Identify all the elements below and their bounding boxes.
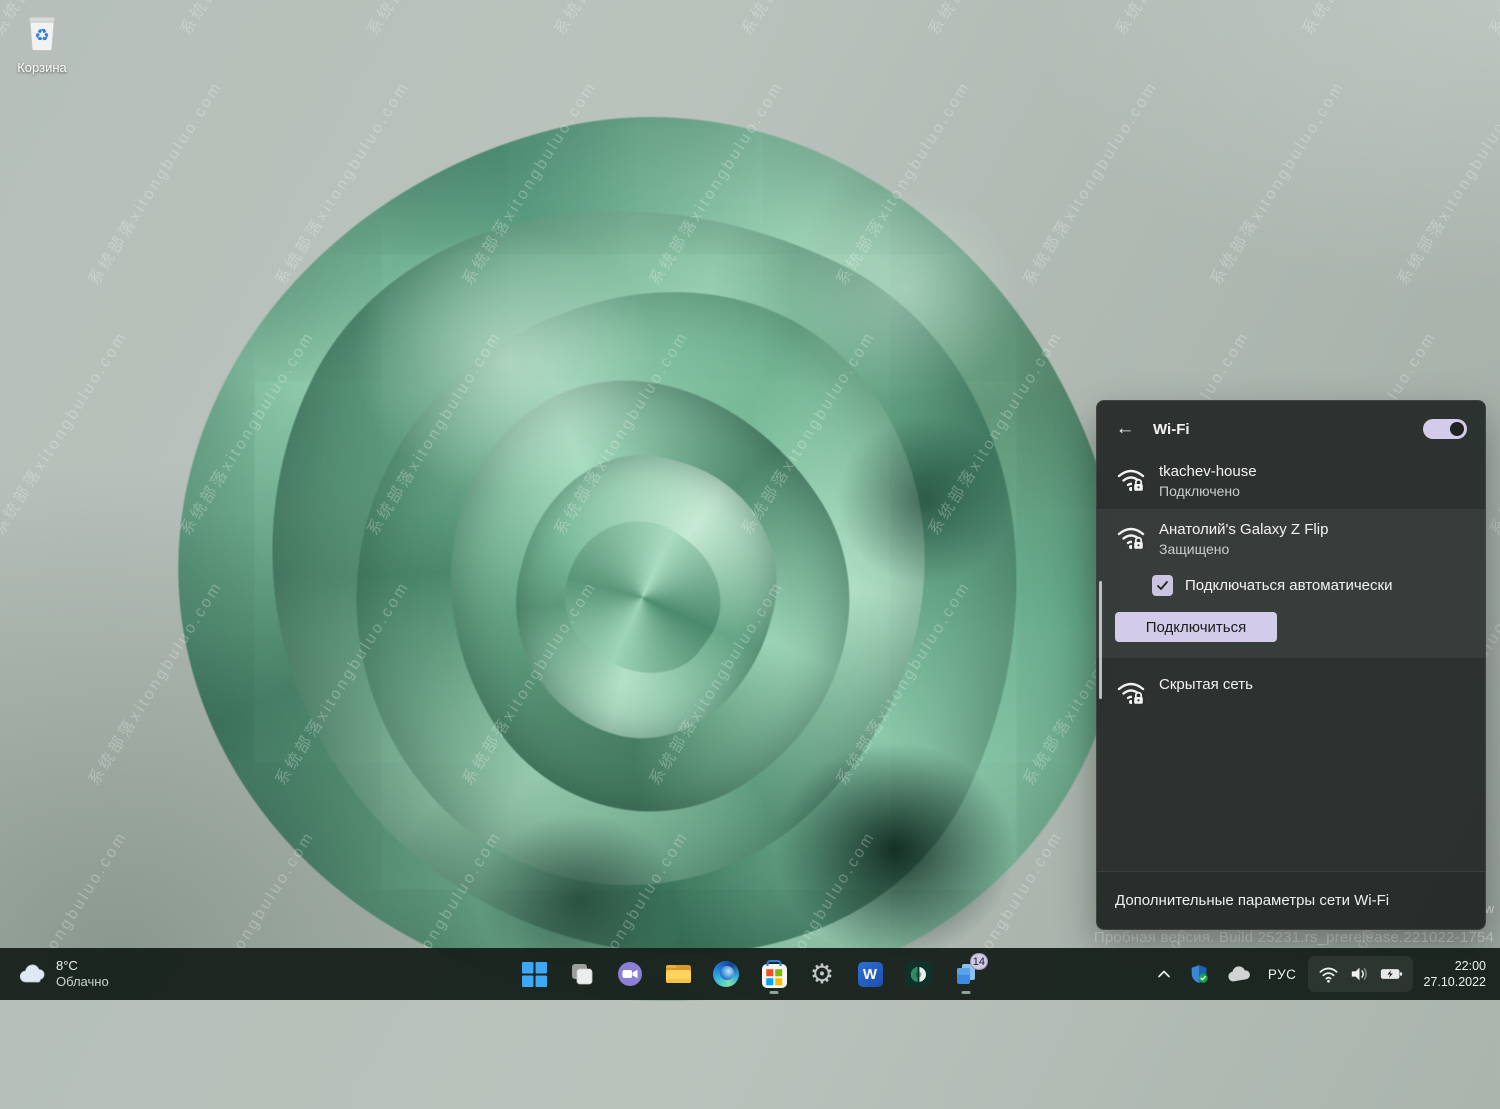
- running-indicator: [770, 991, 779, 994]
- running-indicator: [962, 991, 971, 994]
- battery-tray-icon: [1380, 966, 1403, 982]
- checkmark-icon: [1156, 580, 1169, 592]
- wifi-flyout: ← Wi-Fi tkachev-house Подключено: [1096, 400, 1486, 930]
- wifi-tray-icon: [1318, 965, 1339, 983]
- weather-widget[interactable]: 8°C Облачно: [10, 948, 117, 1000]
- settings-app[interactable]: ⚙: [802, 952, 842, 996]
- security-shield-icon: [1188, 963, 1210, 985]
- system-tray: РУС 22:00 27.10.2022: [1150, 948, 1494, 1000]
- cloud-weather-icon: [18, 963, 48, 985]
- notification-badge: 14: [970, 953, 988, 970]
- network-list: tkachev-house Подключено Анатолий's Gala…: [1097, 453, 1485, 871]
- word-icon: W: [858, 962, 883, 987]
- wifi-lock-icon: [1115, 521, 1147, 553]
- site-watermark-text: 系统部落xitongbuluo.com: [0, 325, 132, 539]
- recycle-bin-label: Корзина: [10, 60, 74, 75]
- network-item-hidden[interactable]: Скрытая сеть: [1097, 666, 1485, 718]
- edge-browser-app[interactable]: [706, 952, 746, 996]
- folder-icon: [665, 962, 692, 986]
- site-watermark-text: 系统部落xitongbuluo.com: [1203, 75, 1349, 289]
- network-status: Подключено: [1159, 483, 1257, 499]
- site-watermark-text: 系统部落xitongbuluo.com: [1295, 0, 1441, 39]
- wifi-lock-icon: [1115, 676, 1147, 708]
- date: 27.10.2022: [1423, 974, 1486, 990]
- list-scrollbar[interactable]: [1099, 581, 1102, 699]
- store-icon: [762, 964, 787, 988]
- site-watermark-text: 系统部落xitongbuluo.com: [360, 0, 506, 39]
- task-view-icon: [569, 961, 595, 987]
- network-item-connected[interactable]: tkachev-house Подключено: [1097, 453, 1485, 509]
- build-watermark: Пробная версия. Build 25231.rs_prereleas…: [1094, 929, 1494, 946]
- microsoft-store-app[interactable]: [754, 952, 794, 996]
- weather-temp: 8°C: [56, 958, 109, 974]
- app-with-badge[interactable]: 14: [946, 952, 986, 996]
- file-explorer-app[interactable]: [658, 952, 698, 996]
- recycle-bin-icon: ♻: [19, 8, 65, 54]
- chevron-up-icon: [1156, 968, 1172, 980]
- onedrive-cloud-icon: [1226, 966, 1250, 983]
- word-app[interactable]: W: [850, 952, 890, 996]
- wallpaper-bloom: [140, 80, 1150, 1060]
- windows-security-tray[interactable]: [1182, 954, 1216, 994]
- site-watermark-text: 系统部落xitongbuluo.com: [173, 0, 319, 39]
- wifi-panel-title: Wi-Fi: [1153, 421, 1407, 438]
- half-circle-icon: [905, 961, 931, 987]
- watermark-fragment: w: [1485, 901, 1494, 916]
- recycle-bin[interactable]: ♻ Корзина: [10, 8, 74, 75]
- site-watermark-text: 系统部落xitongbuluo.com: [1108, 0, 1254, 39]
- wifi-lock-icon: [1115, 463, 1147, 495]
- site-watermark-text: 系统部落xitongbuluo.com: [1390, 75, 1500, 289]
- back-arrow-icon[interactable]: ←: [1113, 417, 1137, 441]
- edge-icon: [713, 961, 739, 987]
- site-watermark-text: 系统部落xitongbuluo.com: [921, 0, 1067, 39]
- connect-button[interactable]: Подключиться: [1115, 612, 1277, 642]
- auto-connect-checkbox[interactable]: [1152, 575, 1173, 596]
- gear-icon: ⚙: [810, 961, 834, 988]
- network-name: Анатолий's Galaxy Z Flip: [1159, 521, 1328, 538]
- chat-camera-icon: [617, 961, 643, 987]
- network-item-selected[interactable]: Анатолий's Galaxy Z Flip Защищено Подклю…: [1097, 509, 1485, 658]
- language-indicator[interactable]: РУС: [1260, 954, 1305, 994]
- site-watermark-text: 系统部落xitongbuluo.com: [734, 0, 880, 39]
- more-wifi-settings-link[interactable]: Дополнительные параметры сети Wi-Fi: [1097, 871, 1485, 929]
- task-view-button[interactable]: [562, 952, 602, 996]
- wifi-toggle[interactable]: [1423, 419, 1467, 439]
- onedrive-tray[interactable]: [1220, 954, 1256, 994]
- wifi-toggle-knob: [1450, 422, 1464, 436]
- taskbar-center-icons: ⚙ W 14: [514, 952, 986, 996]
- clock[interactable]: 22:00 27.10.2022: [1417, 958, 1494, 991]
- site-watermark-text: 系统部落xitongbuluo.com: [547, 0, 693, 39]
- network-name: tkachev-house: [1159, 463, 1257, 480]
- network-status: Защищено: [1159, 541, 1328, 557]
- taskbar: 8°C Облачно: [0, 948, 1500, 1000]
- contrast-theme-app[interactable]: [898, 952, 938, 996]
- weather-condition: Облачно: [56, 974, 109, 990]
- volume-tray-icon: [1349, 965, 1370, 983]
- site-watermark-text: 系统部落xitongbuluo.com: [1482, 0, 1500, 39]
- auto-connect-label: Подключаться автоматически: [1185, 577, 1392, 594]
- network-name: Скрытая сеть: [1159, 676, 1253, 693]
- time: 22:00: [1455, 958, 1486, 974]
- tray-overflow-chevron[interactable]: [1150, 954, 1178, 994]
- chat-app[interactable]: [610, 952, 650, 996]
- wifi-flyout-header: ← Wi-Fi: [1097, 401, 1485, 453]
- windows-start-icon: [522, 962, 547, 987]
- start-button[interactable]: [514, 952, 554, 996]
- svg-text:♻: ♻: [34, 26, 49, 46]
- quick-settings-button[interactable]: [1308, 956, 1413, 992]
